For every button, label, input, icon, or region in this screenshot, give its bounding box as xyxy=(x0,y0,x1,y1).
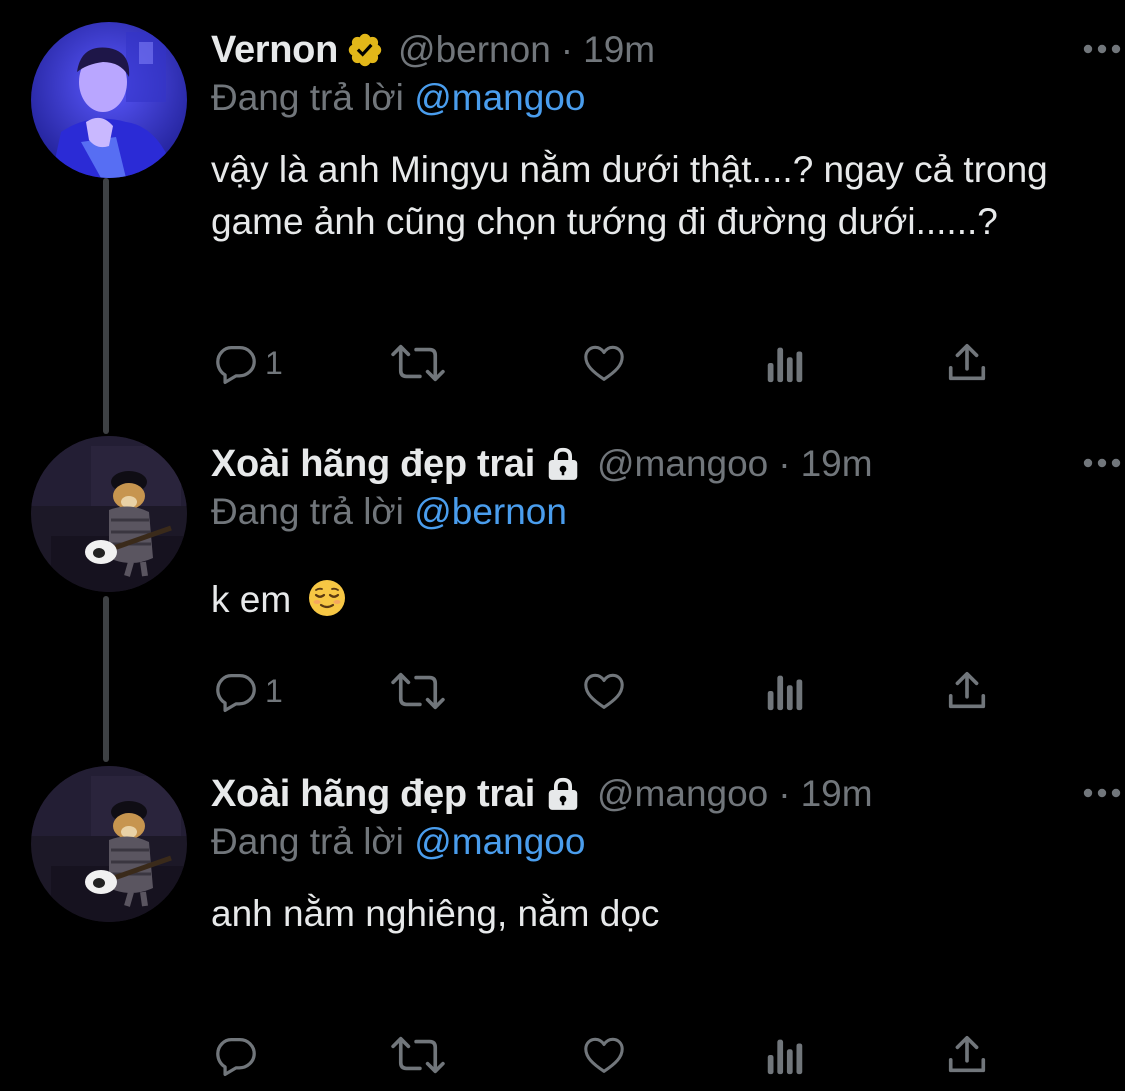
author-name[interactable]: Xoài hãng đẹp trai xyxy=(211,443,535,486)
tweet[interactable]: Xoài hãng đẹp trai @mangoo · 19m Đang tr… xyxy=(0,436,1125,736)
like-icon xyxy=(580,668,628,714)
replying-to-mention[interactable]: @bernon xyxy=(414,491,567,532)
reply-button[interactable]: 1 xyxy=(213,666,283,716)
reply-count: 1 xyxy=(265,344,283,381)
separator-dot: · xyxy=(778,443,791,484)
like-icon xyxy=(580,1032,628,1078)
tweet[interactable]: Vernon @bernon · 19m Đang trả lời @mango… xyxy=(0,22,1125,402)
share-button[interactable] xyxy=(944,338,990,388)
tweet-text-container: k em xyxy=(211,574,1091,632)
verified-badge-icon xyxy=(346,31,384,69)
more-icon[interactable] xyxy=(1082,42,1122,54)
replying-to-prefix: Đang trả lời xyxy=(211,491,404,532)
tweet-timestamp[interactable]: 19m xyxy=(801,443,873,485)
avatar[interactable] xyxy=(31,22,187,178)
views-button[interactable] xyxy=(765,1030,805,1080)
tweet-actions: 1 xyxy=(0,666,1125,716)
tweet-actions xyxy=(0,1030,1125,1080)
more-icon[interactable] xyxy=(1082,456,1122,468)
avatar[interactable] xyxy=(31,766,187,922)
tweet-header: Xoài hãng đẹp trai @mangoo · 19m xyxy=(211,766,1085,822)
retweet-button[interactable] xyxy=(387,338,449,388)
replying-to-prefix: Đang trả lời xyxy=(211,77,404,118)
tweet-timestamp[interactable]: 19m xyxy=(583,29,655,71)
replying-to-prefix: Đang trả lời xyxy=(211,821,404,862)
retweet-icon xyxy=(387,340,449,386)
share-icon xyxy=(944,668,990,714)
views-button[interactable] xyxy=(765,338,805,388)
separator-dot: · xyxy=(778,773,791,814)
reply-count: 1 xyxy=(265,672,283,709)
replying-to: Đang trả lời @mangoo xyxy=(211,821,585,863)
reply-icon xyxy=(213,1032,259,1078)
separator-dot: · xyxy=(560,29,574,70)
replying-to-mention[interactable]: @mangoo xyxy=(414,821,585,862)
lock-icon xyxy=(543,775,583,813)
author-handle[interactable]: @mangoo xyxy=(597,443,768,485)
share-icon xyxy=(944,1032,990,1078)
retweet-button[interactable] xyxy=(387,1030,449,1080)
like-button[interactable] xyxy=(580,666,628,716)
tweet-timestamp[interactable]: 19m xyxy=(801,773,873,815)
replying-to: Đang trả lời @mangoo xyxy=(211,77,585,119)
views-button[interactable] xyxy=(765,666,805,716)
share-icon xyxy=(944,340,990,386)
author-name[interactable]: Xoài hãng đẹp trai xyxy=(211,773,535,816)
lock-icon xyxy=(543,445,583,483)
replying-to-mention[interactable]: @mangoo xyxy=(414,77,585,118)
retweet-button[interactable] xyxy=(387,666,449,716)
reply-button[interactable]: 1 xyxy=(213,338,283,388)
retweet-icon xyxy=(387,668,449,714)
like-icon xyxy=(580,340,628,386)
tweet-text: vậy là anh Mingyu nằm dưới thật....? nga… xyxy=(211,149,1048,242)
replying-to: Đang trả lời @bernon xyxy=(211,491,567,533)
share-button[interactable] xyxy=(944,666,990,716)
retweet-icon xyxy=(387,1032,449,1078)
views-icon xyxy=(765,340,805,386)
like-button[interactable] xyxy=(580,338,628,388)
relieved-face-emoji xyxy=(307,578,347,632)
views-icon xyxy=(765,1032,805,1078)
more-icon[interactable] xyxy=(1082,786,1122,798)
reply-icon xyxy=(213,340,259,386)
author-name[interactable]: Vernon xyxy=(211,29,338,72)
tweet-header: Xoài hãng đẹp trai @mangoo · 19m xyxy=(211,436,1085,492)
reply-button[interactable] xyxy=(213,1030,265,1080)
tweet-text: k em xyxy=(211,579,292,620)
tweet-header: Vernon @bernon · 19m xyxy=(211,22,1085,78)
tweet-actions: 1 xyxy=(0,338,1125,388)
tweet-text: anh nằm nghiêng, nằm dọc xyxy=(211,893,660,934)
tweet[interactable]: Xoài hãng đẹp trai @mangoo · 19m Đang tr… xyxy=(0,766,1125,1091)
author-handle[interactable]: @mangoo xyxy=(597,773,768,815)
views-icon xyxy=(765,668,805,714)
reply-icon xyxy=(213,668,259,714)
avatar[interactable] xyxy=(31,436,187,592)
author-handle[interactable]: @bernon xyxy=(398,29,551,71)
like-button[interactable] xyxy=(580,1030,628,1080)
share-button[interactable] xyxy=(944,1030,990,1080)
